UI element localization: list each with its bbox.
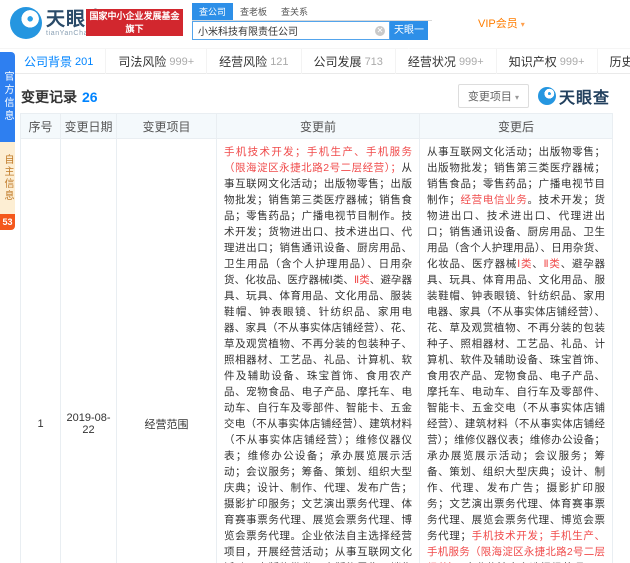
search-tabs: 查公司 查老板 查关系 bbox=[192, 3, 432, 21]
tab-operation-status[interactable]: 经营状况 999+ bbox=[396, 49, 497, 74]
search-tab-company[interactable]: 查公司 bbox=[192, 3, 233, 20]
tab-count: 999+ bbox=[560, 56, 585, 68]
cell-change-date: 2019-08-22 bbox=[61, 139, 117, 563]
search-input[interactable] bbox=[193, 22, 389, 39]
search-button[interactable]: 天眼一下 bbox=[390, 21, 428, 40]
table-header-row: 序号 变更日期 变更项目 变更前 变更后 bbox=[21, 114, 613, 139]
cell-before-change: 手机技术开发；手机生产、手机服务（限海淀区永捷北路2号二层经营）；从事互联网文化… bbox=[217, 139, 420, 563]
search-input-wrap: ✕ bbox=[192, 21, 390, 40]
col-header-date: 变更日期 bbox=[61, 114, 117, 139]
tianyancha-eye-icon bbox=[538, 87, 556, 105]
side-widget-self-info[interactable]: 自主信息 bbox=[0, 142, 15, 214]
col-header-item: 变更项目 bbox=[117, 114, 217, 139]
scope-text: 、避孕器具、玩具、体育用品、文化用品、服装鞋帽、钟表眼镜、针纺织品、家用电器、家… bbox=[224, 274, 412, 563]
section-title: 变更记录26 bbox=[21, 87, 98, 107]
tab-count: 713 bbox=[365, 56, 383, 68]
search-tab-relation[interactable]: 查关系 bbox=[274, 3, 315, 20]
change-record-table: 序号 变更日期 变更项目 变更前 变更后 1 2019-08-22 经营范围 手… bbox=[20, 113, 613, 563]
highlighted-diff-text: Ⅱ类 bbox=[354, 274, 370, 286]
cell-change-item: 经营范围 bbox=[117, 139, 217, 563]
tab-intellectual-property[interactable]: 知识产权 999+ bbox=[497, 49, 598, 74]
cell-index: 1 bbox=[21, 139, 61, 563]
change-record-count: 26 bbox=[82, 89, 98, 105]
main-content: 变更记录26 变更项目 ▾ 天眼查 序号 变更日期 变更项目 变更前 变更后 bbox=[0, 74, 630, 563]
tab-count: 201 bbox=[75, 56, 93, 68]
change-item-filter-dropdown[interactable]: 变更项目 ▾ bbox=[458, 84, 529, 108]
chevron-down-icon: ▾ bbox=[521, 20, 525, 29]
watermark-logo: 天眼查 bbox=[538, 84, 610, 108]
col-header-before: 变更前 bbox=[217, 114, 420, 139]
highlighted-diff-text: Ⅱ类 bbox=[544, 258, 561, 270]
cell-after-change: 从事互联网文化活动；出版物零售；出版物批发；销售第三类医疗器械；销售食品；零售药… bbox=[420, 139, 613, 563]
scope-text: 从事互联网文化活动；出版物零售；出版物批发；销售第三类医疗器械；销售食品；零售药… bbox=[224, 162, 412, 286]
tab-company-background[interactable]: 公司背景 201 bbox=[12, 49, 106, 74]
clear-search-icon[interactable]: ✕ bbox=[375, 26, 385, 36]
side-widget-official-info[interactable]: 官方信息 bbox=[0, 52, 15, 142]
vip-member-link[interactable]: VIP会员 ▾ bbox=[478, 15, 525, 31]
search-block: 查公司 查老板 查关系 ✕ 天眼一下 bbox=[192, 3, 432, 40]
scope-text: 、避孕器具、玩具、体育用品、文化用品、服装鞋帽、钟表眼镜、针纺织品、家用电器、家… bbox=[427, 258, 605, 542]
col-header-after: 变更后 bbox=[420, 114, 613, 139]
side-widget-count-badge[interactable]: 53 bbox=[0, 214, 15, 230]
highlighted-diff-text: 手机技术开发；手机生产、手机服务（限海淀区永捷北路2号二层经营）； bbox=[224, 146, 412, 174]
scope-text: 、 bbox=[532, 258, 543, 270]
tab-count: 999+ bbox=[169, 56, 194, 68]
tianyancha-eye-icon bbox=[10, 7, 42, 39]
highlighted-diff-text: Ⅰ类 bbox=[517, 258, 532, 270]
tab-operation-risk[interactable]: 经营风险 121 bbox=[207, 49, 301, 74]
search-tab-boss[interactable]: 查老板 bbox=[233, 3, 274, 20]
tab-count: 121 bbox=[270, 56, 288, 68]
gov-badge-line1: 国家中小企业发展基金旗下 bbox=[86, 10, 183, 36]
tab-count: 999+ bbox=[459, 56, 484, 68]
side-anchor-widget: 官方信息 自主信息 53 bbox=[0, 52, 15, 230]
tab-company-development[interactable]: 公司发展 713 bbox=[302, 49, 396, 74]
table-row: 1 2019-08-22 经营范围 手机技术开发；手机生产、手机服务（限海淀区永… bbox=[21, 139, 613, 563]
top-header: 天眼查 tianYanCha.com 国家中小企业发展基金旗下 官方备案企业征信… bbox=[0, 0, 630, 48]
col-header-index: 序号 bbox=[21, 114, 61, 139]
tab-history-info[interactable]: 历史信息 999+ bbox=[598, 49, 630, 74]
gov-badge-line2: 官方备案企业征信机构 bbox=[86, 36, 183, 49]
highlighted-diff-text: 经营电信业务 bbox=[460, 194, 528, 206]
gov-certification-badge: 国家中小企业发展基金旗下 官方备案企业征信机构 bbox=[86, 9, 183, 36]
chevron-down-icon: ▾ bbox=[515, 93, 519, 102]
tab-judicial-risk[interactable]: 司法风险 999+ bbox=[106, 49, 207, 74]
company-nav-tabs: 公司背景 201 司法风险 999+ 经营风险 121 公司发展 713 经营状… bbox=[0, 48, 630, 74]
change-record-section-head: 变更记录26 变更项目 ▾ 天眼查 bbox=[20, 84, 610, 110]
